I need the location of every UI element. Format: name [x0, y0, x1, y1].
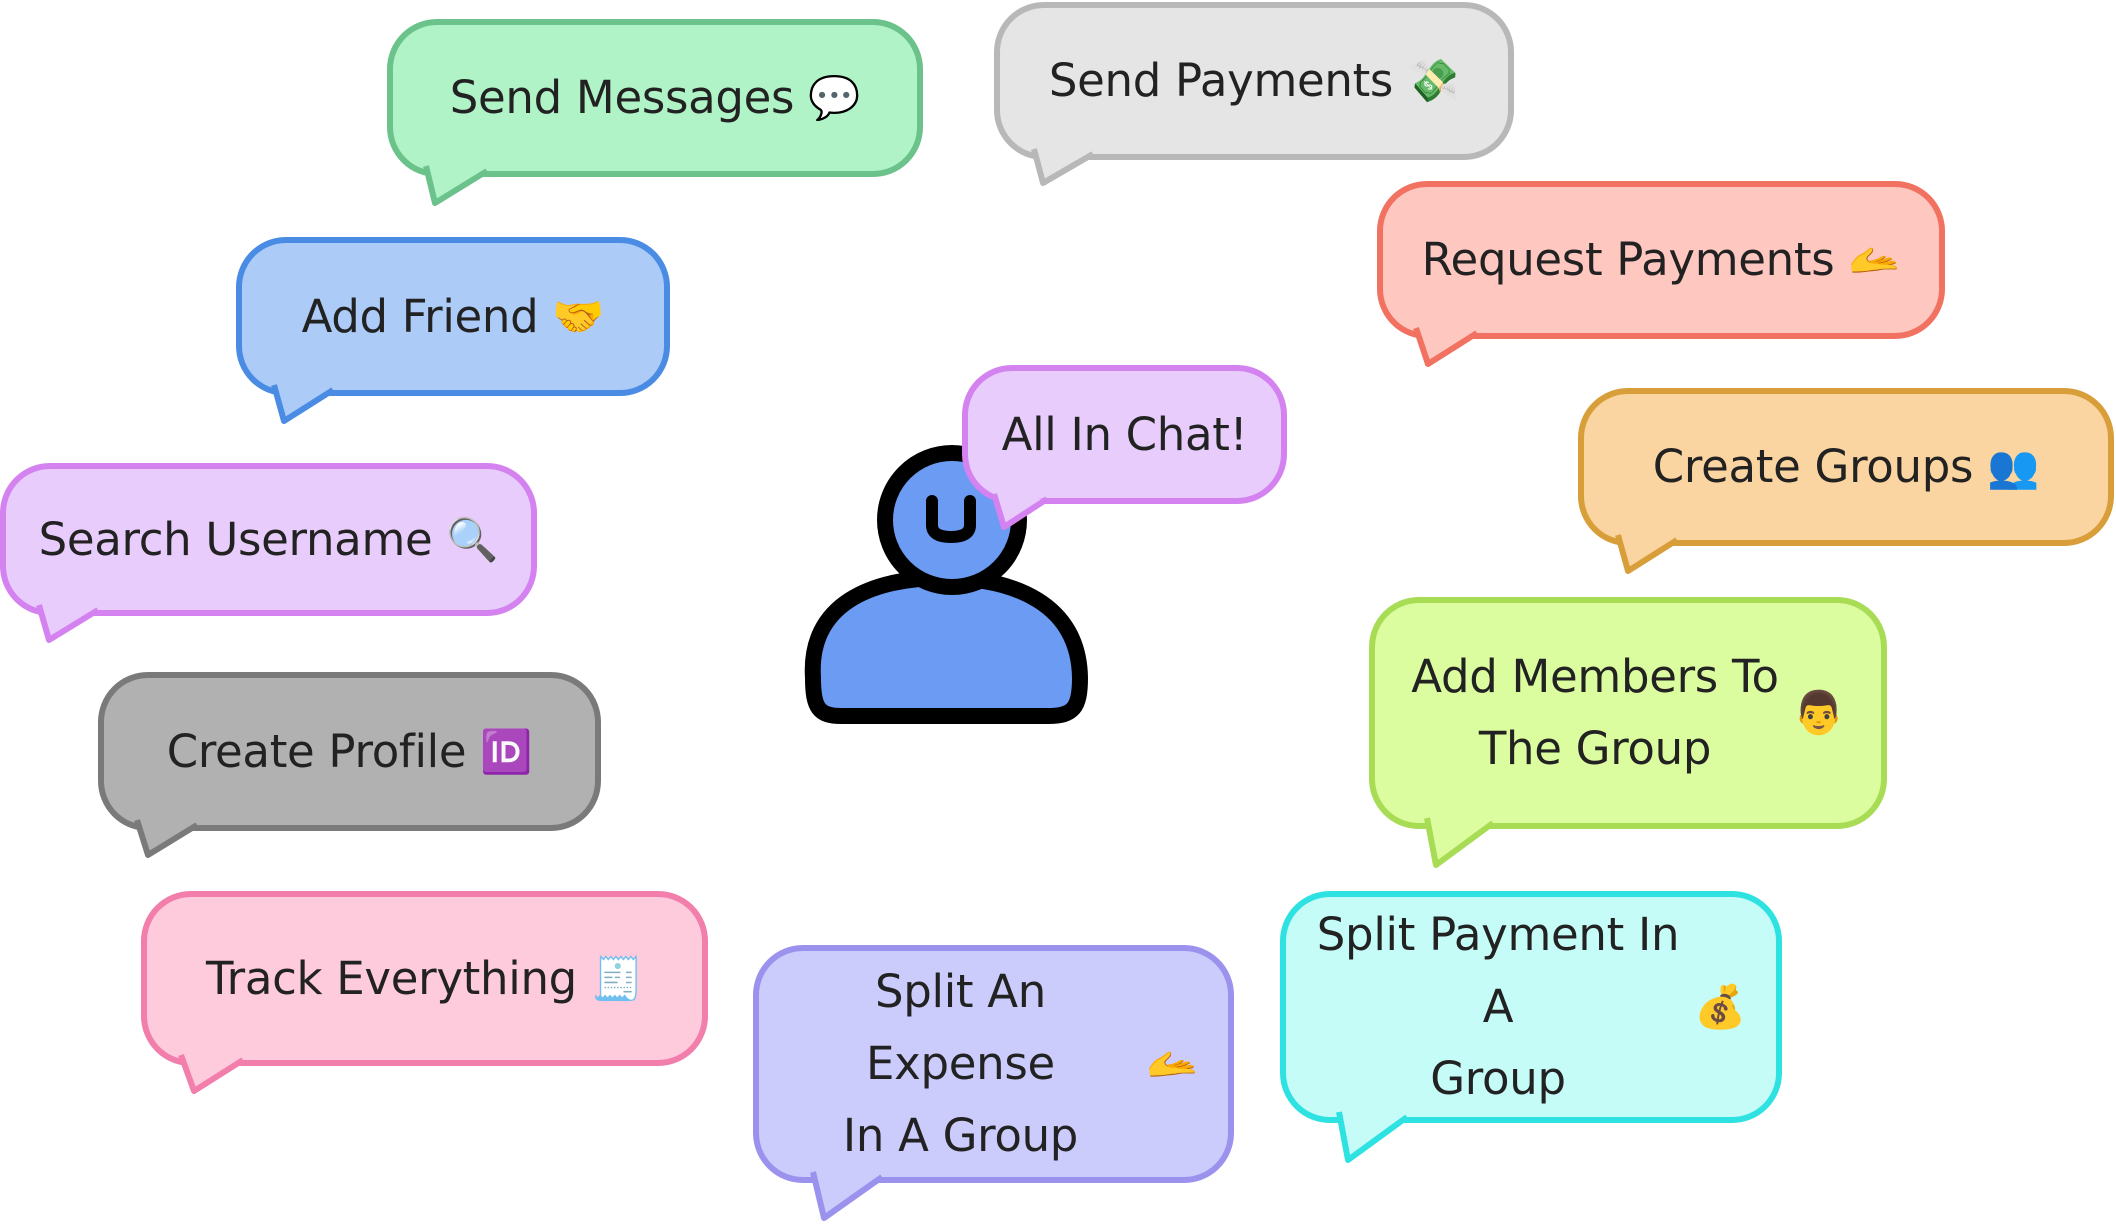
- bubble-tail: [423, 165, 489, 206]
- speech-bubble-all-in-chat: All In Chat!: [962, 365, 1287, 504]
- bubble-tail: [36, 604, 100, 643]
- feature-bubble-add-members: Add Members To The Group 👨: [1369, 597, 1887, 829]
- bubble-tail: [178, 1053, 245, 1094]
- feature-label: Split Payment In A Group: [1316, 908, 1680, 1105]
- magnifying-glass-icon: 🔍: [446, 514, 499, 564]
- id-badge-icon: 🆔: [480, 726, 533, 776]
- feature-label: Create Groups: [1652, 440, 1974, 493]
- feature-bubble-create-groups: Create Groups 👥: [1578, 388, 2114, 546]
- user-body-shape: [804, 570, 1088, 724]
- feature-diagram: All In Chat! Send Messages 💬 Send Paymen…: [0, 0, 2116, 1226]
- feature-label: Request Payments: [1421, 233, 1835, 286]
- feature-label: Send Messages: [449, 71, 795, 124]
- speech-balloon-icon: 💬: [808, 73, 861, 122]
- bubble-tail: [134, 819, 199, 858]
- feature-bubble-search-username: Search Username 🔍: [0, 463, 537, 616]
- handshake-icon: 🤝: [552, 291, 605, 341]
- feature-bubble-split-payment: Split Payment In A Group 💰: [1280, 891, 1782, 1123]
- feature-label: Send Payments: [1048, 54, 1394, 107]
- feature-bubble-add-friend: Add Friend 🤝: [236, 237, 670, 396]
- bubble-tail: [1031, 148, 1095, 186]
- feature-label: Split An Expense In A Group: [842, 965, 1079, 1162]
- bubble-tail: [1424, 817, 1495, 868]
- bubble-tail: [810, 1171, 884, 1221]
- feature-bubble-send-payments: Send Payments 💸: [994, 2, 1514, 160]
- feature-label: Search Username: [38, 512, 433, 566]
- feature-label: Add Members To The Group: [1411, 650, 1779, 775]
- bubble-tail: [1336, 1111, 1409, 1163]
- feature-label: Add Friend: [301, 289, 539, 343]
- busts-in-silhouette-icon: 👥: [1987, 442, 2040, 491]
- feature-bubble-split-expense: Split An Expense In A Group 🫴: [753, 945, 1234, 1183]
- speech-bubble-tail: [991, 493, 1049, 530]
- feature-bubble-track-everything: Track Everything 🧾: [141, 891, 708, 1066]
- palm-up-hand-icon: 🫴: [1146, 1039, 1198, 1088]
- money-with-wings-icon: 💸: [1407, 56, 1460, 105]
- palm-up-hand-icon: 🫴: [1848, 235, 1901, 284]
- receipt-icon: 🧾: [590, 953, 643, 1003]
- bubble-tail: [1413, 327, 1479, 367]
- feature-bubble-request-payments: Request Payments 🫴: [1377, 181, 1945, 339]
- speech-bubble-text: All In Chat!: [1001, 407, 1248, 461]
- money-bag-icon: 💰: [1694, 982, 1746, 1031]
- feature-bubble-send-messages: Send Messages 💬: [387, 19, 923, 177]
- feature-label: Track Everything: [206, 951, 577, 1005]
- bubble-tail: [271, 384, 335, 424]
- bubble-tail: [1615, 534, 1679, 574]
- feature-bubble-create-profile: Create Profile 🆔: [98, 672, 601, 831]
- feature-label: Create Profile: [166, 724, 467, 778]
- man-face-icon: 👨: [1792, 688, 1845, 737]
